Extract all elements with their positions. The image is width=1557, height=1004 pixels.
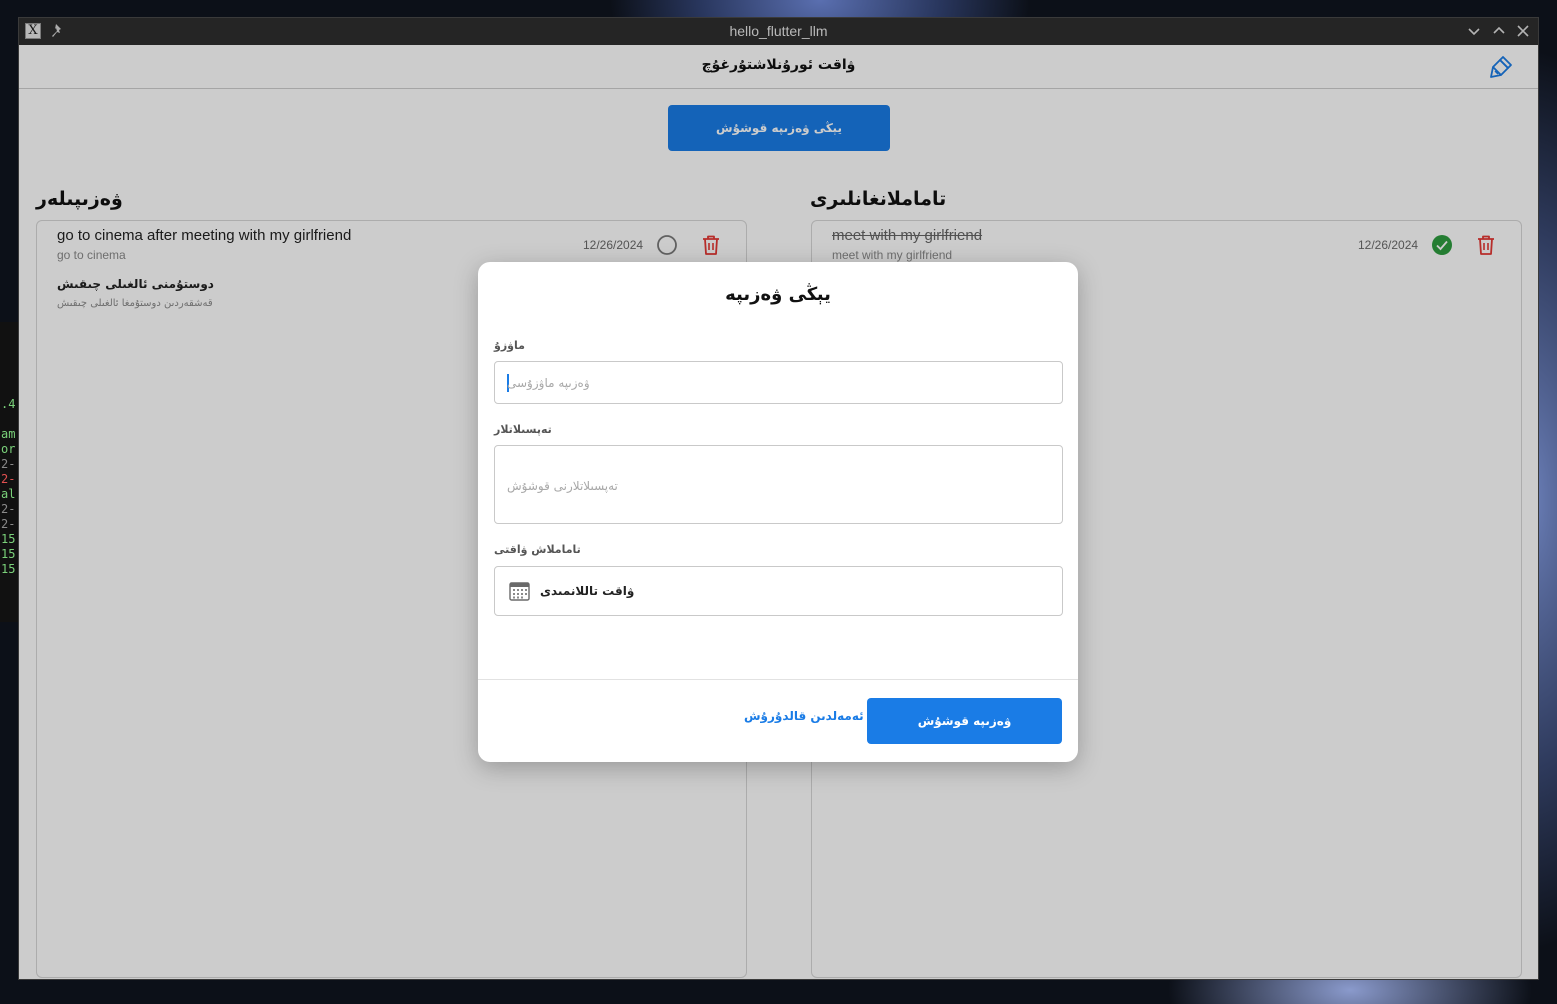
terminal-line: am <box>1 427 16 441</box>
terminal-line: 15 <box>1 562 16 576</box>
new-task-dialog: يېڭى ۋەزىپە ماۋزۇ ۋەزىپە ماۋزۇسى تەپسىلا… <box>478 262 1078 762</box>
title-field-label: ماۋزۇ <box>494 339 525 352</box>
terminal-line: 2- <box>1 517 16 531</box>
terminal-window-edge: .4 am or 2- 2- al 2- 2- 15 15 15 <box>0 322 20 622</box>
terminal-line: 15 <box>1 547 16 561</box>
terminal-line: 15 <box>1 532 16 546</box>
submit-task-button[interactable]: ۋەزىپە قوشۇش <box>867 698 1062 744</box>
due-date-picker[interactable]: ۋاقت تاللانمىدى <box>494 566 1063 616</box>
cancel-button[interactable]: ئەمەلدىن قالدۇرۇش <box>744 709 864 723</box>
description-placeholder: تەپسىلاتلارنى قوشۇش <box>507 479 618 493</box>
description-field-label: تەپسىلاتلار <box>494 423 552 436</box>
terminal-line: al <box>1 487 16 501</box>
calendar-icon <box>509 582 530 601</box>
dialog-title: يېڭى ۋەزىپە <box>725 284 831 305</box>
terminal-line: .4 <box>1 397 16 411</box>
dialog-divider <box>478 679 1078 680</box>
title-placeholder: ۋەزىپە ماۋزۇسى <box>507 376 590 390</box>
due-date-value: ۋاقت تاللانمىدى <box>540 584 635 598</box>
terminal-line: 2- <box>1 457 16 471</box>
due-date-label: تاماملاش ۋاقتى <box>494 543 581 556</box>
terminal-line: 2- <box>1 472 16 486</box>
description-input[interactable]: تەپسىلاتلارنى قوشۇش <box>494 445 1063 524</box>
title-input[interactable]: ۋەزىپە ماۋزۇسى <box>494 361 1063 404</box>
terminal-line: or <box>1 442 16 456</box>
terminal-line: 2- <box>1 502 16 516</box>
